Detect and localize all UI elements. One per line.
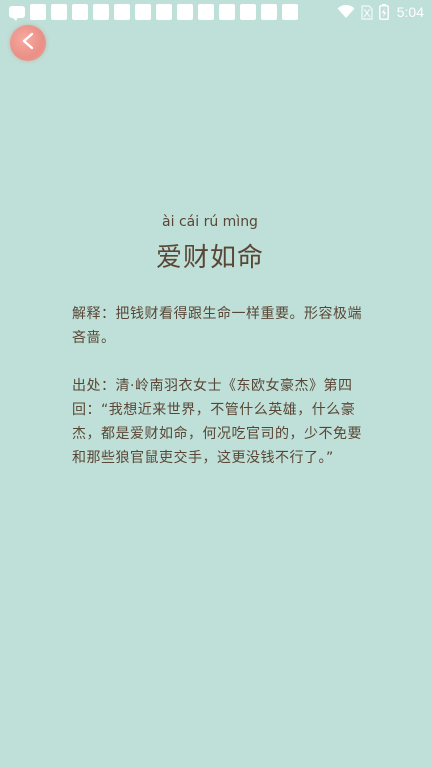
- idiom-source: 出处：清·岭南羽衣女士《东欧女豪杰》第四回：“我想近来世界，不管什么英雄，什么豪…: [72, 378, 362, 466]
- system-icons: 5:04: [337, 0, 424, 24]
- battery-icon: [378, 4, 389, 20]
- back-button[interactable]: [10, 25, 46, 61]
- notification-icon: [93, 4, 109, 20]
- notification-icon: [114, 4, 130, 20]
- notification-icon: [135, 4, 151, 20]
- idiom-title: 爱财如命: [155, 243, 264, 273]
- notification-icons: [0, 4, 298, 21]
- idiom-pinyin: ài cái rú mìng: [162, 214, 258, 230]
- notification-icon: [30, 4, 46, 20]
- chat-icon: [9, 6, 25, 21]
- notification-icon: [156, 4, 172, 20]
- status-clock: 5:04: [396, 4, 424, 20]
- wifi-icon: [337, 5, 355, 19]
- idiom-detail: ài cái rú mìng 爱财如命 解释：把钱财看得跟生命一样重要。形容极端…: [72, 212, 362, 470]
- status-bar: 5:04: [0, 0, 432, 24]
- chevron-left-icon: [18, 31, 38, 55]
- notification-icon: [219, 4, 235, 20]
- notification-icon: [177, 4, 193, 20]
- notification-icon: [261, 4, 277, 20]
- notification-icon: [282, 4, 298, 20]
- notification-icon: [72, 4, 88, 20]
- notification-icon: [198, 4, 214, 20]
- sim-icon: [361, 4, 373, 20]
- notification-icon: [240, 4, 256, 20]
- idiom-explanation: 解释：把钱财看得跟生命一样重要。形容极端吝啬。: [72, 306, 362, 346]
- notification-icon: [51, 4, 67, 20]
